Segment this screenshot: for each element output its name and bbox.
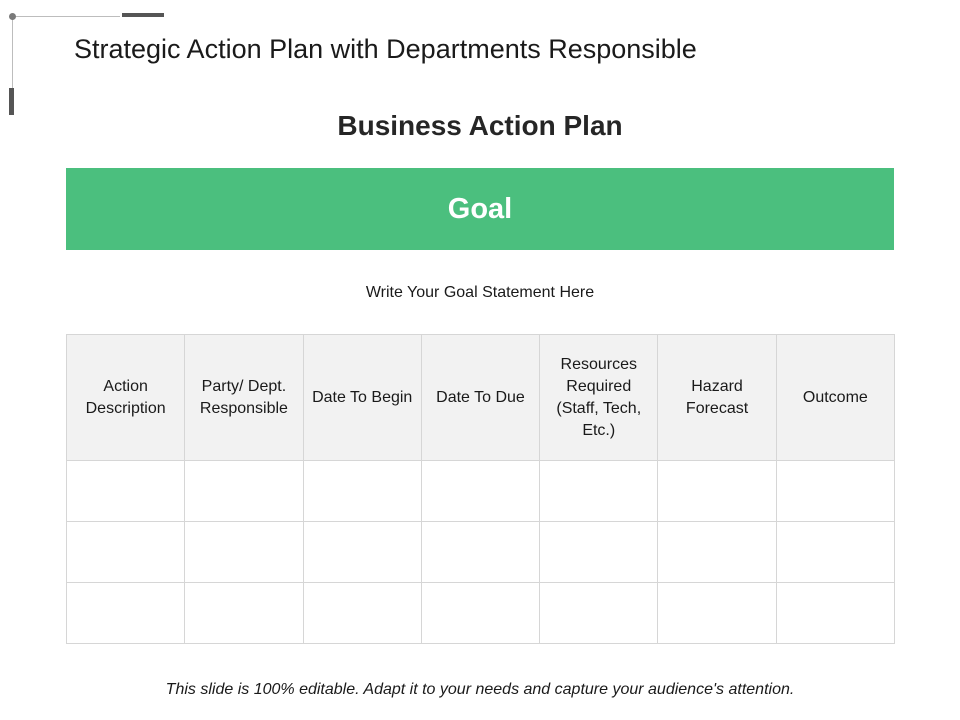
table-cell[interactable] [539,582,659,644]
table-cell[interactable] [420,521,541,583]
table-cell[interactable] [302,460,422,522]
column-header: Date To Begin [302,334,422,461]
column-header: Date To Due [420,334,541,461]
table-cell[interactable] [184,582,304,644]
table-cell[interactable] [65,582,186,644]
slide-title: Strategic Action Plan with Departments R… [74,34,697,64]
table-cell[interactable] [302,521,422,583]
table-cell[interactable] [302,582,422,644]
table-cell[interactable] [184,460,304,522]
table-cell[interactable] [657,460,777,522]
table-cell[interactable] [420,460,541,522]
table-cell[interactable] [539,460,659,522]
column-header: Party/ Dept. Responsible [184,334,304,461]
table-cell[interactable] [775,460,896,522]
table-cell[interactable] [65,460,186,522]
goal-banner: Goal [66,168,894,250]
plan-subtitle: Business Action Plan [337,110,623,141]
table-cell[interactable] [775,521,896,583]
decorative-bar-horizontal [122,13,164,17]
table-cell[interactable] [775,582,896,644]
table-row [65,460,896,522]
decorative-line-vertical [12,16,13,92]
column-header: Resources Required (Staff, Tech, Etc.) [539,334,659,461]
table-cell[interactable] [184,521,304,583]
column-header: Outcome [775,334,896,461]
table-header-row: Action Description Party/ Dept. Responsi… [65,334,896,461]
footer-note: This slide is 100% editable. Adapt it to… [165,681,795,698]
column-header: Hazard Forecast [657,334,777,461]
goal-statement[interactable]: Write Your Goal Statement Here [0,284,960,302]
table-cell[interactable] [65,521,186,583]
decorative-dot [9,13,16,20]
table-row [65,582,896,644]
goal-label: Goal [447,192,513,225]
table-cell[interactable] [539,521,659,583]
table-row [65,521,896,583]
table-cell[interactable] [657,582,777,644]
table-cell[interactable] [420,582,541,644]
decorative-line-horizontal [12,16,120,17]
table-cell[interactable] [657,521,777,583]
column-header: Action Description [65,334,186,461]
action-plan-table: Action Description Party/ Dept. Responsi… [65,334,896,644]
